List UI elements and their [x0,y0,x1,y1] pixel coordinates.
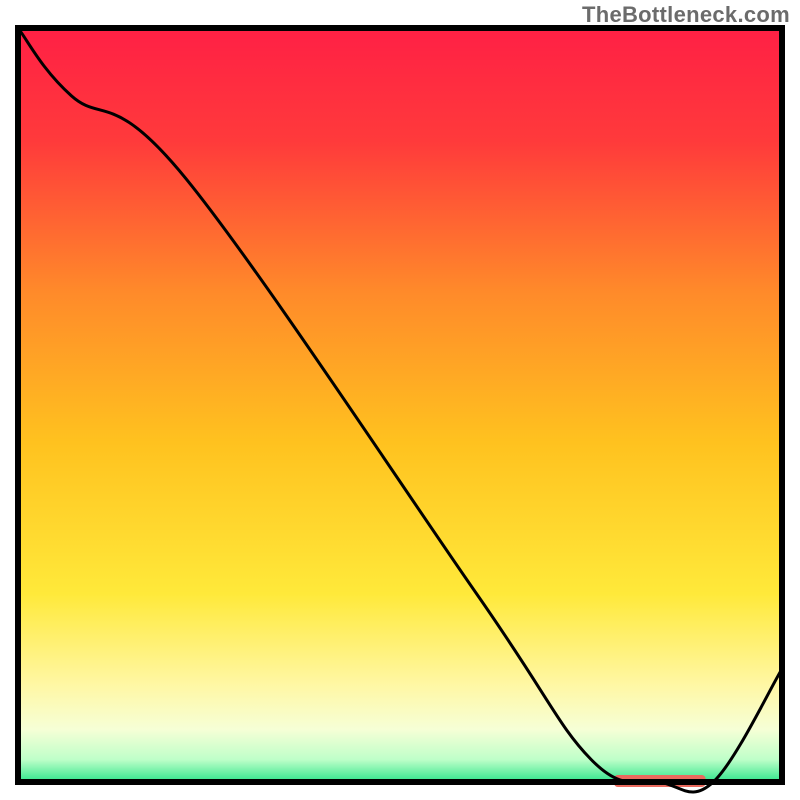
bottleneck-chart: TheBottleneck.com [0,0,800,800]
watermark-text: TheBottleneck.com [582,2,790,28]
gradient-background [18,28,782,782]
chart-svg [0,0,800,800]
plot-area [18,28,782,792]
